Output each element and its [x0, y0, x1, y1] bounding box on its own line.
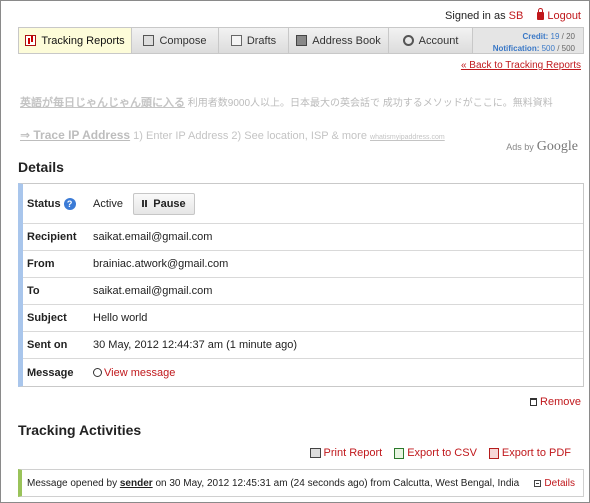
sender-link[interactable]: sender	[120, 478, 153, 489]
trash-icon	[530, 398, 538, 406]
activity-item: Message opened by sender on 30 May, 2012…	[18, 469, 584, 497]
report-actions: Print Report Export to CSV Export to PDF	[309, 447, 571, 459]
tab-drafts[interactable]: Drafts	[219, 28, 289, 53]
tracking-activities-heading: Tracking Activities	[18, 422, 142, 438]
ad-japanese[interactable]: 英語が毎日じゃんじゃん頭に入る 利用者数9000人以上。日本最大の英会話で 成功…	[20, 94, 585, 110]
details-row-sent-on: Sent on 30 May, 2012 12:44:37 am (1 minu…	[23, 332, 583, 359]
activity-details-link[interactable]: Details	[534, 478, 575, 489]
tab-account[interactable]: Account	[389, 28, 473, 53]
subject-value: Hello world	[93, 312, 148, 324]
main-nav: Tracking Reports Compose Drafts Address …	[18, 27, 584, 54]
notification-line: Notification: 500 / 500	[492, 44, 575, 53]
tab-address-book[interactable]: Address Book	[289, 28, 389, 53]
status-value: Active	[93, 197, 123, 210]
pause-icon	[142, 200, 148, 207]
details-row-subject: Subject Hello world	[23, 305, 583, 332]
details-heading: Details	[18, 159, 64, 175]
signed-in-text: Signed in as SB	[445, 10, 524, 22]
expand-icon	[534, 480, 542, 487]
details-row-message: Message View message	[27, 366, 176, 379]
gear-icon	[402, 35, 414, 46]
printer-icon	[309, 448, 321, 458]
details-row-to: To saikat.email@gmail.com	[23, 278, 583, 305]
recipient-value: saikat.email@gmail.com	[93, 231, 213, 243]
csv-file-icon	[394, 447, 405, 459]
lock-icon	[537, 8, 545, 20]
details-row-recipient: Recipient saikat.email@gmail.com	[23, 224, 583, 251]
credit-line: Credit: 19 / 20	[522, 32, 576, 41]
details-row-status: Status ? Active Pause	[23, 184, 583, 224]
help-icon[interactable]: ?	[63, 197, 76, 210]
export-csv-link[interactable]: Export to CSV	[394, 447, 477, 459]
drafts-icon	[230, 35, 242, 46]
user-bar: Signed in as SB Logout	[445, 8, 581, 22]
address-book-icon	[296, 35, 308, 46]
user-link[interactable]: SB	[509, 10, 524, 22]
logout-link[interactable]: Logout	[537, 8, 581, 22]
export-pdf-link[interactable]: Export to PDF	[488, 447, 571, 459]
back-to-reports-link[interactable]: « Back to Tracking Reports	[461, 60, 581, 71]
sent-on-value: 30 May, 2012 12:44:37 am (1 minute ago)	[93, 339, 298, 351]
message-icon	[93, 367, 102, 377]
pdf-file-icon	[488, 447, 499, 459]
print-report-link[interactable]: Print Report	[309, 447, 382, 459]
tab-tracking-reports[interactable]: Tracking Reports	[19, 28, 132, 53]
from-value: brainiac.atwork@gmail.com	[93, 258, 229, 270]
view-message-link[interactable]: View message	[93, 367, 175, 379]
remove-link[interactable]: Remove	[530, 396, 581, 408]
details-table: Status ? Active Pause Recipient saikat.e…	[18, 183, 584, 387]
app-frame: Signed in as SB Logout Tracking Reports …	[0, 0, 590, 503]
compose-icon	[143, 35, 155, 46]
credits-panel: Credit: 19 / 20 Notification: 500 / 500	[473, 28, 583, 53]
details-row-from: From brainiac.atwork@gmail.com	[23, 251, 583, 278]
ads-by-google[interactable]: Ads by Google	[506, 139, 578, 155]
to-value: saikat.email@gmail.com	[93, 285, 213, 297]
pause-button[interactable]: Pause	[132, 192, 195, 215]
tab-compose[interactable]: Compose	[132, 28, 219, 53]
ad-trace-ip[interactable]: ⇒ Trace IP Address 1) Enter IP Address 2…	[20, 128, 445, 142]
google-logo: Google	[536, 139, 578, 154]
chart-icon	[25, 35, 37, 46]
